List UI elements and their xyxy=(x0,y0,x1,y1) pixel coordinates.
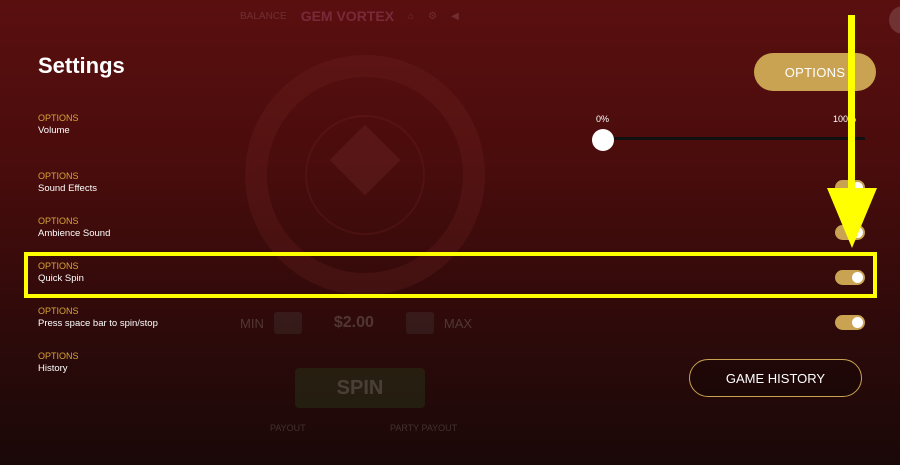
volume-slider-track[interactable] xyxy=(603,137,865,140)
toggle-knob xyxy=(852,317,863,328)
ambience-sound-label: Ambience Sound xyxy=(38,228,111,239)
space-bar-category: OPTIONS xyxy=(38,306,79,316)
settings-title: Settings xyxy=(38,53,125,78)
toggle-knob xyxy=(852,272,863,283)
sound-icon: ◀ xyxy=(451,10,459,22)
volume-category: OPTIONS xyxy=(38,113,79,123)
quick-spin-row: OPTIONS Quick Spin xyxy=(38,261,868,285)
volume-row: OPTIONS Volume xyxy=(38,113,868,137)
quick-spin-label: Quick Spin xyxy=(38,273,84,284)
sound-effects-row: OPTIONS Sound Effects xyxy=(38,171,868,195)
volume-label: Volume xyxy=(38,125,70,136)
quick-spin-category: OPTIONS xyxy=(38,261,79,271)
game-history-button[interactable]: GAME HISTORY xyxy=(689,359,862,397)
space-bar-row: OPTIONS Press space bar to spin/stop xyxy=(38,306,868,330)
volume-min-label: 0% xyxy=(596,114,610,124)
volume-slider-handle[interactable] xyxy=(592,129,614,151)
sound-effects-category: OPTIONS xyxy=(38,171,79,181)
quick-spin-toggle[interactable] xyxy=(835,270,865,285)
payout-label: PAYOUT xyxy=(270,423,306,433)
options-button[interactable]: OPTIONS xyxy=(754,53,876,91)
edge-button[interactable] xyxy=(889,6,900,34)
balance-label: BALANCE xyxy=(240,10,287,22)
space-bar-label: Press space bar to spin/stop xyxy=(38,318,158,329)
sound-effects-label: Sound Effects xyxy=(38,183,97,194)
space-bar-toggle[interactable] xyxy=(835,315,865,330)
gear-icon: ⚙ xyxy=(428,10,438,22)
arrow-down-icon xyxy=(827,188,877,248)
game-logo: GEM VORTEX xyxy=(300,8,395,24)
party-payout-label: PARTY PAYOUT xyxy=(390,423,458,433)
background-topbar: BALANCE GEM VORTEX ⌂ ⚙ ◀ xyxy=(240,8,459,24)
ambience-sound-category: OPTIONS xyxy=(38,216,79,226)
ambience-sound-row: OPTIONS Ambience Sound xyxy=(38,216,868,240)
home-icon: ⌂ xyxy=(408,10,415,22)
